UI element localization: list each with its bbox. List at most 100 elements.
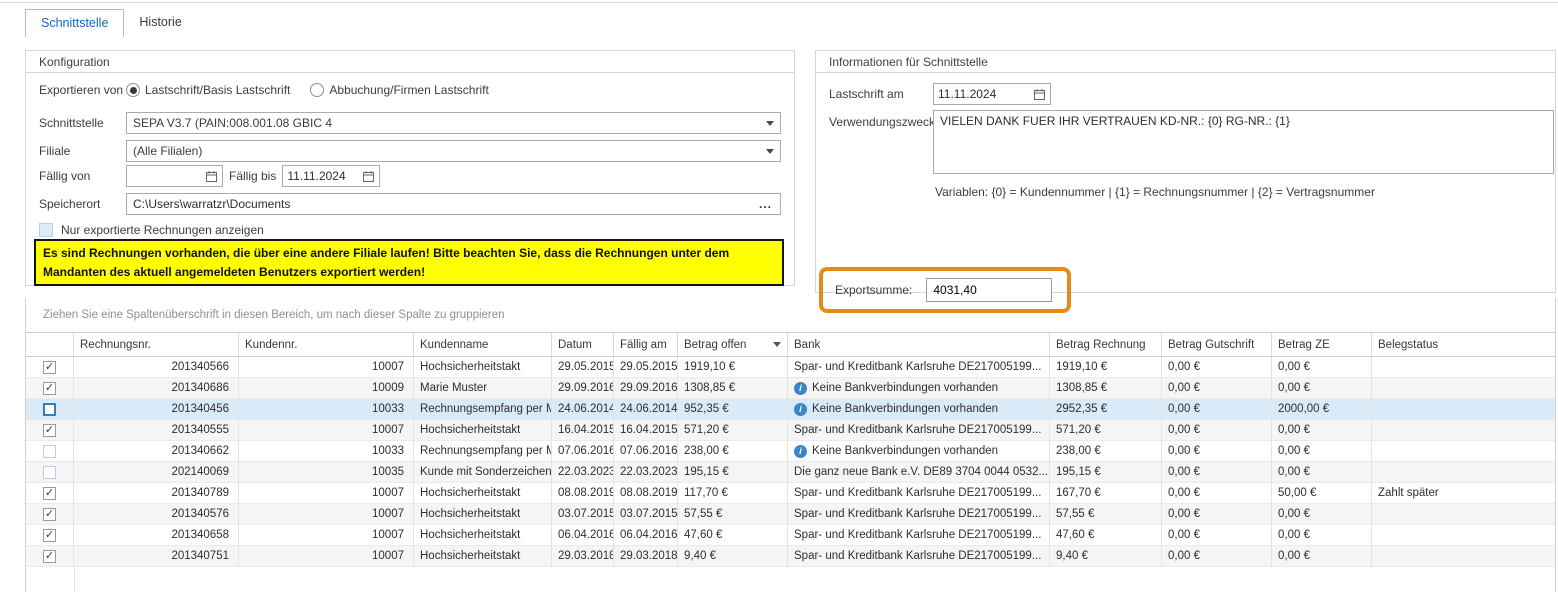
table-row[interactable]: 20134056610007Hochsicherheitstakt29.05.2… <box>26 357 1555 378</box>
radio-lastschrift-basis[interactable] <box>126 83 140 97</box>
row-checkbox[interactable] <box>43 361 56 374</box>
lastschrift-am-input[interactable] <box>938 87 1033 101</box>
variablen-hint: Variablen: {0} = Kundennummer | {1} = Re… <box>935 185 1375 199</box>
grid-header-row: Rechnungsnr. Kundennr. Kundenname Datum Fäll… <box>26 332 1555 357</box>
row-checkbox[interactable] <box>43 403 56 416</box>
cell-gutschrift: 0,00 € <box>1162 420 1272 440</box>
exportieren-von-label: Exportieren von <box>39 83 126 97</box>
faellig-von-input[interactable] <box>131 169 205 183</box>
cell-select <box>26 462 74 482</box>
column-header-label: Rechnungsnr. <box>80 339 151 351</box>
column-header-label: Betrag offen <box>684 339 746 351</box>
table-row[interactable]: 20134078910007Hochsicherheitstakt08.08.2… <box>26 483 1555 504</box>
cell-kundennr: 10033 <box>239 399 414 419</box>
group-by-panel[interactable]: Ziehen Sie eine Spaltenüberschrift in di… <box>26 298 1555 332</box>
column-header-ze[interactable]: Betrag ZE <box>1272 333 1372 356</box>
table-row[interactable]: 20134057610007Hochsicherheitstakt03.07.2… <box>26 504 1555 525</box>
column-header-label: Betrag Gutschrift <box>1168 339 1254 351</box>
verwendungszweck-textarea[interactable]: VIELEN DANK FUER IHR VERTRAUEN KD-NR.: {… <box>933 110 1554 174</box>
nur-exportierte-checkbox[interactable] <box>39 223 53 237</box>
column-header-datum[interactable]: Datum <box>552 333 614 356</box>
browse-button[interactable]: ... <box>751 197 780 211</box>
row-checkbox[interactable] <box>43 382 56 395</box>
table-row[interactable]: 20134045610033Rechnungsempfang per Mail2… <box>26 399 1555 420</box>
cell-offen: 238,00 € <box>678 441 788 461</box>
row-checkbox[interactable] <box>43 466 56 479</box>
cell-bank: Keine Bankverbindungen vorhanden <box>788 378 1050 398</box>
chevron-down-icon[interactable] <box>766 149 774 154</box>
column-header-label: Datum <box>558 339 592 351</box>
column-header-kundenname[interactable]: Kundenname <box>414 333 552 356</box>
row-checkbox[interactable] <box>43 550 56 563</box>
checkbox-column-divider <box>74 567 75 592</box>
radio-selected-dot <box>130 87 137 94</box>
cell-select <box>26 483 74 503</box>
table-row[interactable]: 20134066210033Rechnungsempfang per Mail0… <box>26 441 1555 462</box>
tab-historie[interactable]: Historie <box>124 9 196 37</box>
faellig-bis-input[interactable] <box>287 169 362 183</box>
speicherort-label: Speicherort <box>39 197 126 211</box>
cell-status <box>1372 546 1557 566</box>
calendar-icon[interactable] <box>205 170 218 183</box>
radio-abbuchung-firmen[interactable] <box>310 83 324 97</box>
table-row[interactable]: 20134055510007Hochsicherheitstakt16.04.2… <box>26 420 1555 441</box>
row-checkbox[interactable] <box>43 508 56 521</box>
cell-bank: Spar- und Kreditbank Karlsruhe DE2170051… <box>788 525 1050 545</box>
lastschrift-am-label: Lastschrift am <box>829 87 933 101</box>
lastschrift-am-datefield[interactable] <box>933 83 1051 105</box>
column-header-status[interactable]: Belegstatus <box>1372 333 1557 356</box>
row-checkbox[interactable] <box>43 487 56 500</box>
column-header-gutschrift[interactable]: Betrag Gutschrift <box>1162 333 1272 356</box>
cell-kundennr: 10033 <box>239 441 414 461</box>
cell-status <box>1372 441 1557 461</box>
cell-ze: 0,00 € <box>1272 441 1372 461</box>
cell-datum: 29.09.2016 <box>552 378 614 398</box>
row-checkbox[interactable] <box>43 424 56 437</box>
tab-bar: Schnittstelle Historie <box>25 9 197 37</box>
column-header-rechnungsnr[interactable]: Rechnungsnr. <box>74 333 239 356</box>
cell-faellig: 29.03.2018 <box>614 546 678 566</box>
filiale-combobox[interactable]: (Alle Filialen) <box>126 140 781 162</box>
cell-rechnungsnr: 201340576 <box>74 504 239 524</box>
column-header-bank[interactable]: Bank <box>788 333 1050 356</box>
speicherort-field[interactable]: ... <box>126 193 781 215</box>
konfiguration-body: Exportieren von Lastschrift/Basis Lastsc… <box>26 73 794 284</box>
row-checkbox[interactable] <box>43 529 56 542</box>
table-row[interactable]: 20134075110007Hochsicherheitstakt29.03.2… <box>26 546 1555 567</box>
column-header-faellig[interactable]: Fällig am <box>614 333 678 356</box>
table-row[interactable]: 20214006910035Kunde mit Sonderzeichen's … <box>26 462 1555 483</box>
calendar-icon[interactable] <box>362 170 375 183</box>
table-row[interactable]: 20134065810007Hochsicherheitstakt06.04.2… <box>26 525 1555 546</box>
cell-rechnungsnr: 202140069 <box>74 462 239 482</box>
column-header-kundennr[interactable]: Kundennr. <box>239 333 414 356</box>
column-header-label: Fällig am <box>620 339 667 351</box>
faellig-von-datefield[interactable] <box>126 165 223 187</box>
row-checkbox[interactable] <box>43 445 56 458</box>
cell-offen: 47,60 € <box>678 525 788 545</box>
speicherort-input[interactable] <box>127 197 751 211</box>
schnittstelle-combobox[interactable]: SEPA V3.7 (PAIN:008.001.08 GBIC 4 <box>126 112 781 134</box>
cell-rechnung: 167,70 € <box>1050 483 1162 503</box>
info-icon <box>794 382 807 395</box>
tab-schnittstelle[interactable]: Schnittstelle <box>25 9 124 37</box>
cell-datum: 24.06.2014 <box>552 399 614 419</box>
radio-abbuchung-firmen-label: Abbuchung/Firmen Lastschrift <box>329 83 488 97</box>
faellig-row: Fällig von Fällig bis <box>39 165 781 187</box>
cell-rechnung: 238,00 € <box>1050 441 1162 461</box>
info-icon <box>794 403 807 416</box>
cell-rechnungsnr: 201340555 <box>74 420 239 440</box>
column-header-offen[interactable]: Betrag offen <box>678 333 788 356</box>
column-header-select[interactable] <box>26 333 74 356</box>
cell-gutschrift: 0,00 € <box>1162 546 1272 566</box>
cell-offen: 952,35 € <box>678 399 788 419</box>
table-row[interactable]: 20134068610009Marie Muster29.09.201629.0… <box>26 378 1555 399</box>
faellig-bis-datefield[interactable] <box>282 165 380 187</box>
cell-datum: 06.04.2016 <box>552 525 614 545</box>
cell-status <box>1372 504 1557 524</box>
column-header-label: Kundenname <box>420 339 488 351</box>
cell-select <box>26 504 74 524</box>
cell-bank: Spar- und Kreditbank Karlsruhe DE2170051… <box>788 357 1050 377</box>
calendar-icon[interactable] <box>1033 88 1046 101</box>
chevron-down-icon[interactable] <box>766 121 774 126</box>
column-header-rechnung[interactable]: Betrag Rechnung <box>1050 333 1162 356</box>
